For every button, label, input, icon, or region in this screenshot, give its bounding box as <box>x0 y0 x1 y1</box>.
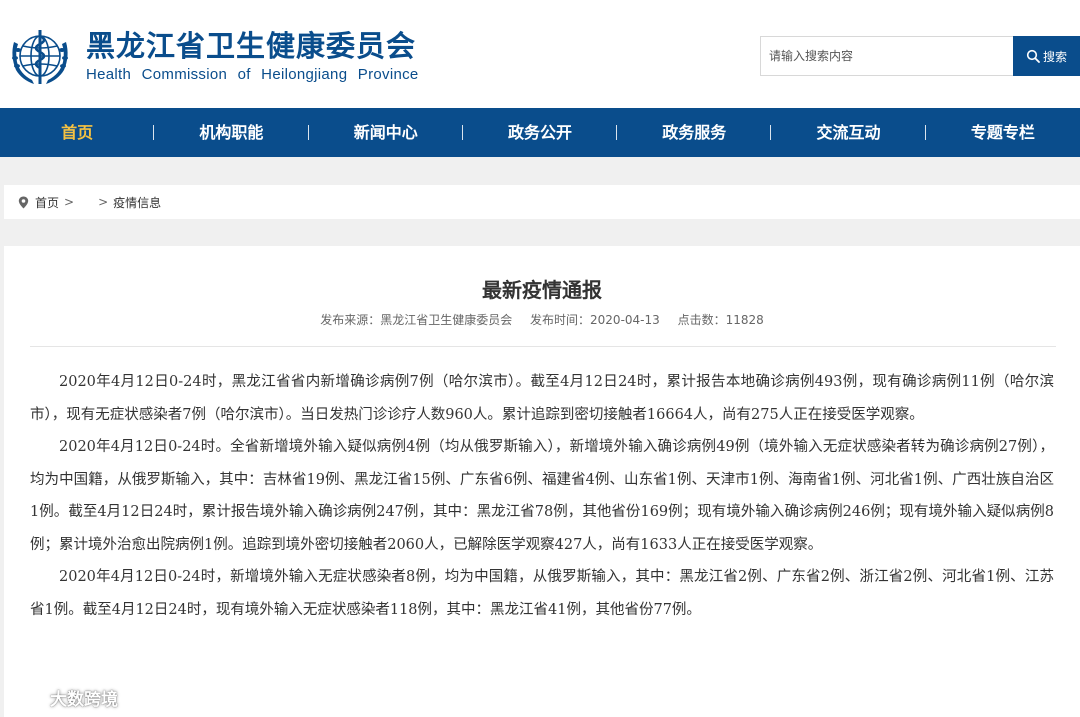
nav-item-government-services[interactable]: 政务服务 <box>617 108 772 157</box>
nav-item-organization[interactable]: 机构职能 <box>154 108 309 157</box>
search-input[interactable] <box>760 36 1014 76</box>
breadcrumb-separator: > <box>98 195 109 209</box>
search-icon <box>1026 49 1040 63</box>
nav-item-news[interactable]: 新闻中心 <box>309 108 464 157</box>
article-hits: 点击数：11828 <box>677 313 764 327</box>
article-paragraph: 2020年4月12日0-24时，新增境外输入无症状感染者8例，均为中国籍，从俄罗… <box>30 569 1054 618</box>
watermark-logo-icon <box>11 688 44 706</box>
site-name-en[interactable]: Health Commission of Heilongjiang Provin… <box>86 66 419 84</box>
breadcrumb-home-link[interactable]: 首页 <box>35 194 59 211</box>
divider <box>30 346 1056 347</box>
breadcrumb: 首页 > > 疫情信息 <box>4 185 1080 219</box>
breadcrumb-separator: > <box>64 195 75 209</box>
nav-item-home[interactable]: 首页 <box>0 108 155 157</box>
article-container: 最新疫情通报 发布来源：黑龙江省卫生健康委员会 发布时间：2020-04-13 … <box>4 246 1080 717</box>
article-meta: 发布来源：黑龙江省卫生健康委员会 发布时间：2020-04-13 点击数：118… <box>4 312 1080 328</box>
article-paragraph: 2020年4月12日0-24时。全省新增境外输入疑似病例4例（均从俄罗斯输入），… <box>30 439 1054 553</box>
site-header: 黑龙江省卫生健康委员会 Health Commission of Heilong… <box>0 0 1080 108</box>
article-body: 2020年4月12日0-24时，黑龙江省省内新增确诊病例7例（哈尔滨市）。截至4… <box>30 366 1054 626</box>
location-pin-icon <box>18 196 29 208</box>
watermark-text: 大数跨境 <box>50 689 118 710</box>
nav-item-interaction[interactable]: 交流互动 <box>771 108 926 157</box>
nav-item-government-affairs[interactable]: 政务公开 <box>463 108 618 157</box>
breadcrumb-current-link[interactable]: 疫情信息 <box>113 194 161 211</box>
site-name-cn[interactable]: 黑龙江省卫生健康委员会 <box>86 28 416 64</box>
article-date: 发布时间：2020-04-13 <box>530 313 660 327</box>
main-nav: 首页 机构职能 新闻中心 政务公开 政务服务 交流互动 专题专栏 <box>0 108 1080 157</box>
who-emblem-icon[interactable] <box>6 22 74 90</box>
search-button-label: 搜索 <box>1042 49 1067 64</box>
watermark: 大数跨境 <box>10 683 118 711</box>
nav-item-special-topics[interactable]: 专题专栏 <box>926 108 1080 157</box>
search-button[interactable]: 搜索 <box>1013 36 1080 76</box>
article-source: 发布来源：黑龙江省卫生健康委员会 <box>320 313 513 327</box>
article-paragraph: 2020年4月12日0-24时，黑龙江省省内新增确诊病例7例（哈尔滨市）。截至4… <box>30 374 1054 423</box>
article-title: 最新疫情通报 <box>482 278 602 302</box>
